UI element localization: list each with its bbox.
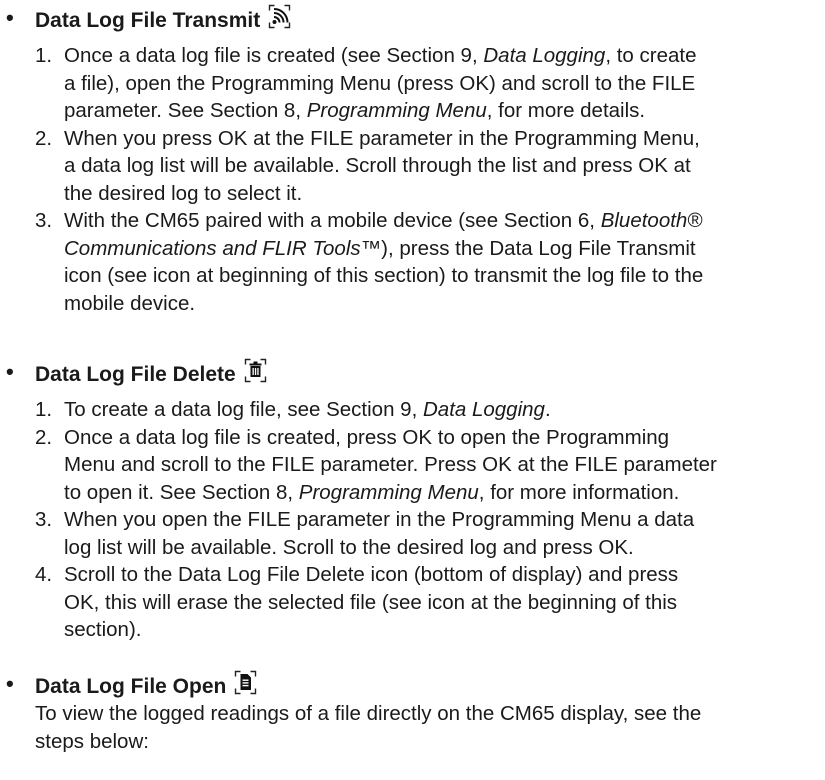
section-transmit: • Data Log File Transmit 1. Once a data … bbox=[0, 0, 825, 317]
list-item: 3. With the CM65 paired with a mobile dev… bbox=[35, 209, 704, 315]
section-open-heading: • Data Log File Open bbox=[0, 666, 825, 700]
section-transmit-title: Data Log File Transmit bbox=[35, 9, 261, 32]
wireless-transmit-icon bbox=[266, 3, 293, 30]
delete-steps: 1. To create a data log file, see Section… bbox=[0, 396, 825, 644]
list-item: 3. When you open the FILE parameter in th… bbox=[35, 508, 695, 559]
italic-reference: Programming Menu bbox=[298, 480, 479, 504]
list-item: 2. When you press OK at the FILE paramete… bbox=[35, 126, 700, 205]
manual-page: • Data Log File Transmit 1. Once a data … bbox=[0, 0, 825, 780]
section-open-title: Data Log File Open bbox=[35, 675, 227, 698]
italic-reference: Data Logging bbox=[483, 44, 606, 67]
bullet: • bbox=[6, 4, 14, 30]
file-open-icon bbox=[232, 669, 259, 696]
italic-reference: Communications and FLIR Tools™ bbox=[64, 236, 382, 260]
section-delete-title: Data Log File Delete bbox=[35, 363, 236, 386]
bullet: • bbox=[6, 670, 14, 696]
trash-icon bbox=[242, 357, 269, 384]
list-item: 4. Scroll to the Data Log File Delete ico… bbox=[35, 563, 679, 641]
list-item: 1. Once a data log file is created (see S… bbox=[35, 44, 697, 122]
italic-reference: Programming Menu bbox=[306, 99, 487, 122]
section-delete: • Data Log File Delete 1. To create a da… bbox=[0, 354, 825, 644]
bullet: • bbox=[6, 358, 14, 384]
italic-reference: Data Logging bbox=[422, 398, 545, 421]
section-transmit-heading: • Data Log File Transmit bbox=[0, 0, 825, 34]
section-open-intro: To view the logged readings of a file di… bbox=[35, 702, 702, 753]
section-delete-heading: • Data Log File Delete bbox=[0, 354, 825, 388]
section-open: • Data Log File Open To view the logged … bbox=[0, 666, 825, 755]
transmit-steps: 1. Once a data log file is created (see S… bbox=[0, 42, 825, 317]
list-item: 1. To create a data log file, see Section… bbox=[35, 398, 551, 421]
italic-reference: Bluetooth® bbox=[600, 209, 703, 232]
list-item: 2. Once a data log file is created, press… bbox=[35, 425, 717, 504]
